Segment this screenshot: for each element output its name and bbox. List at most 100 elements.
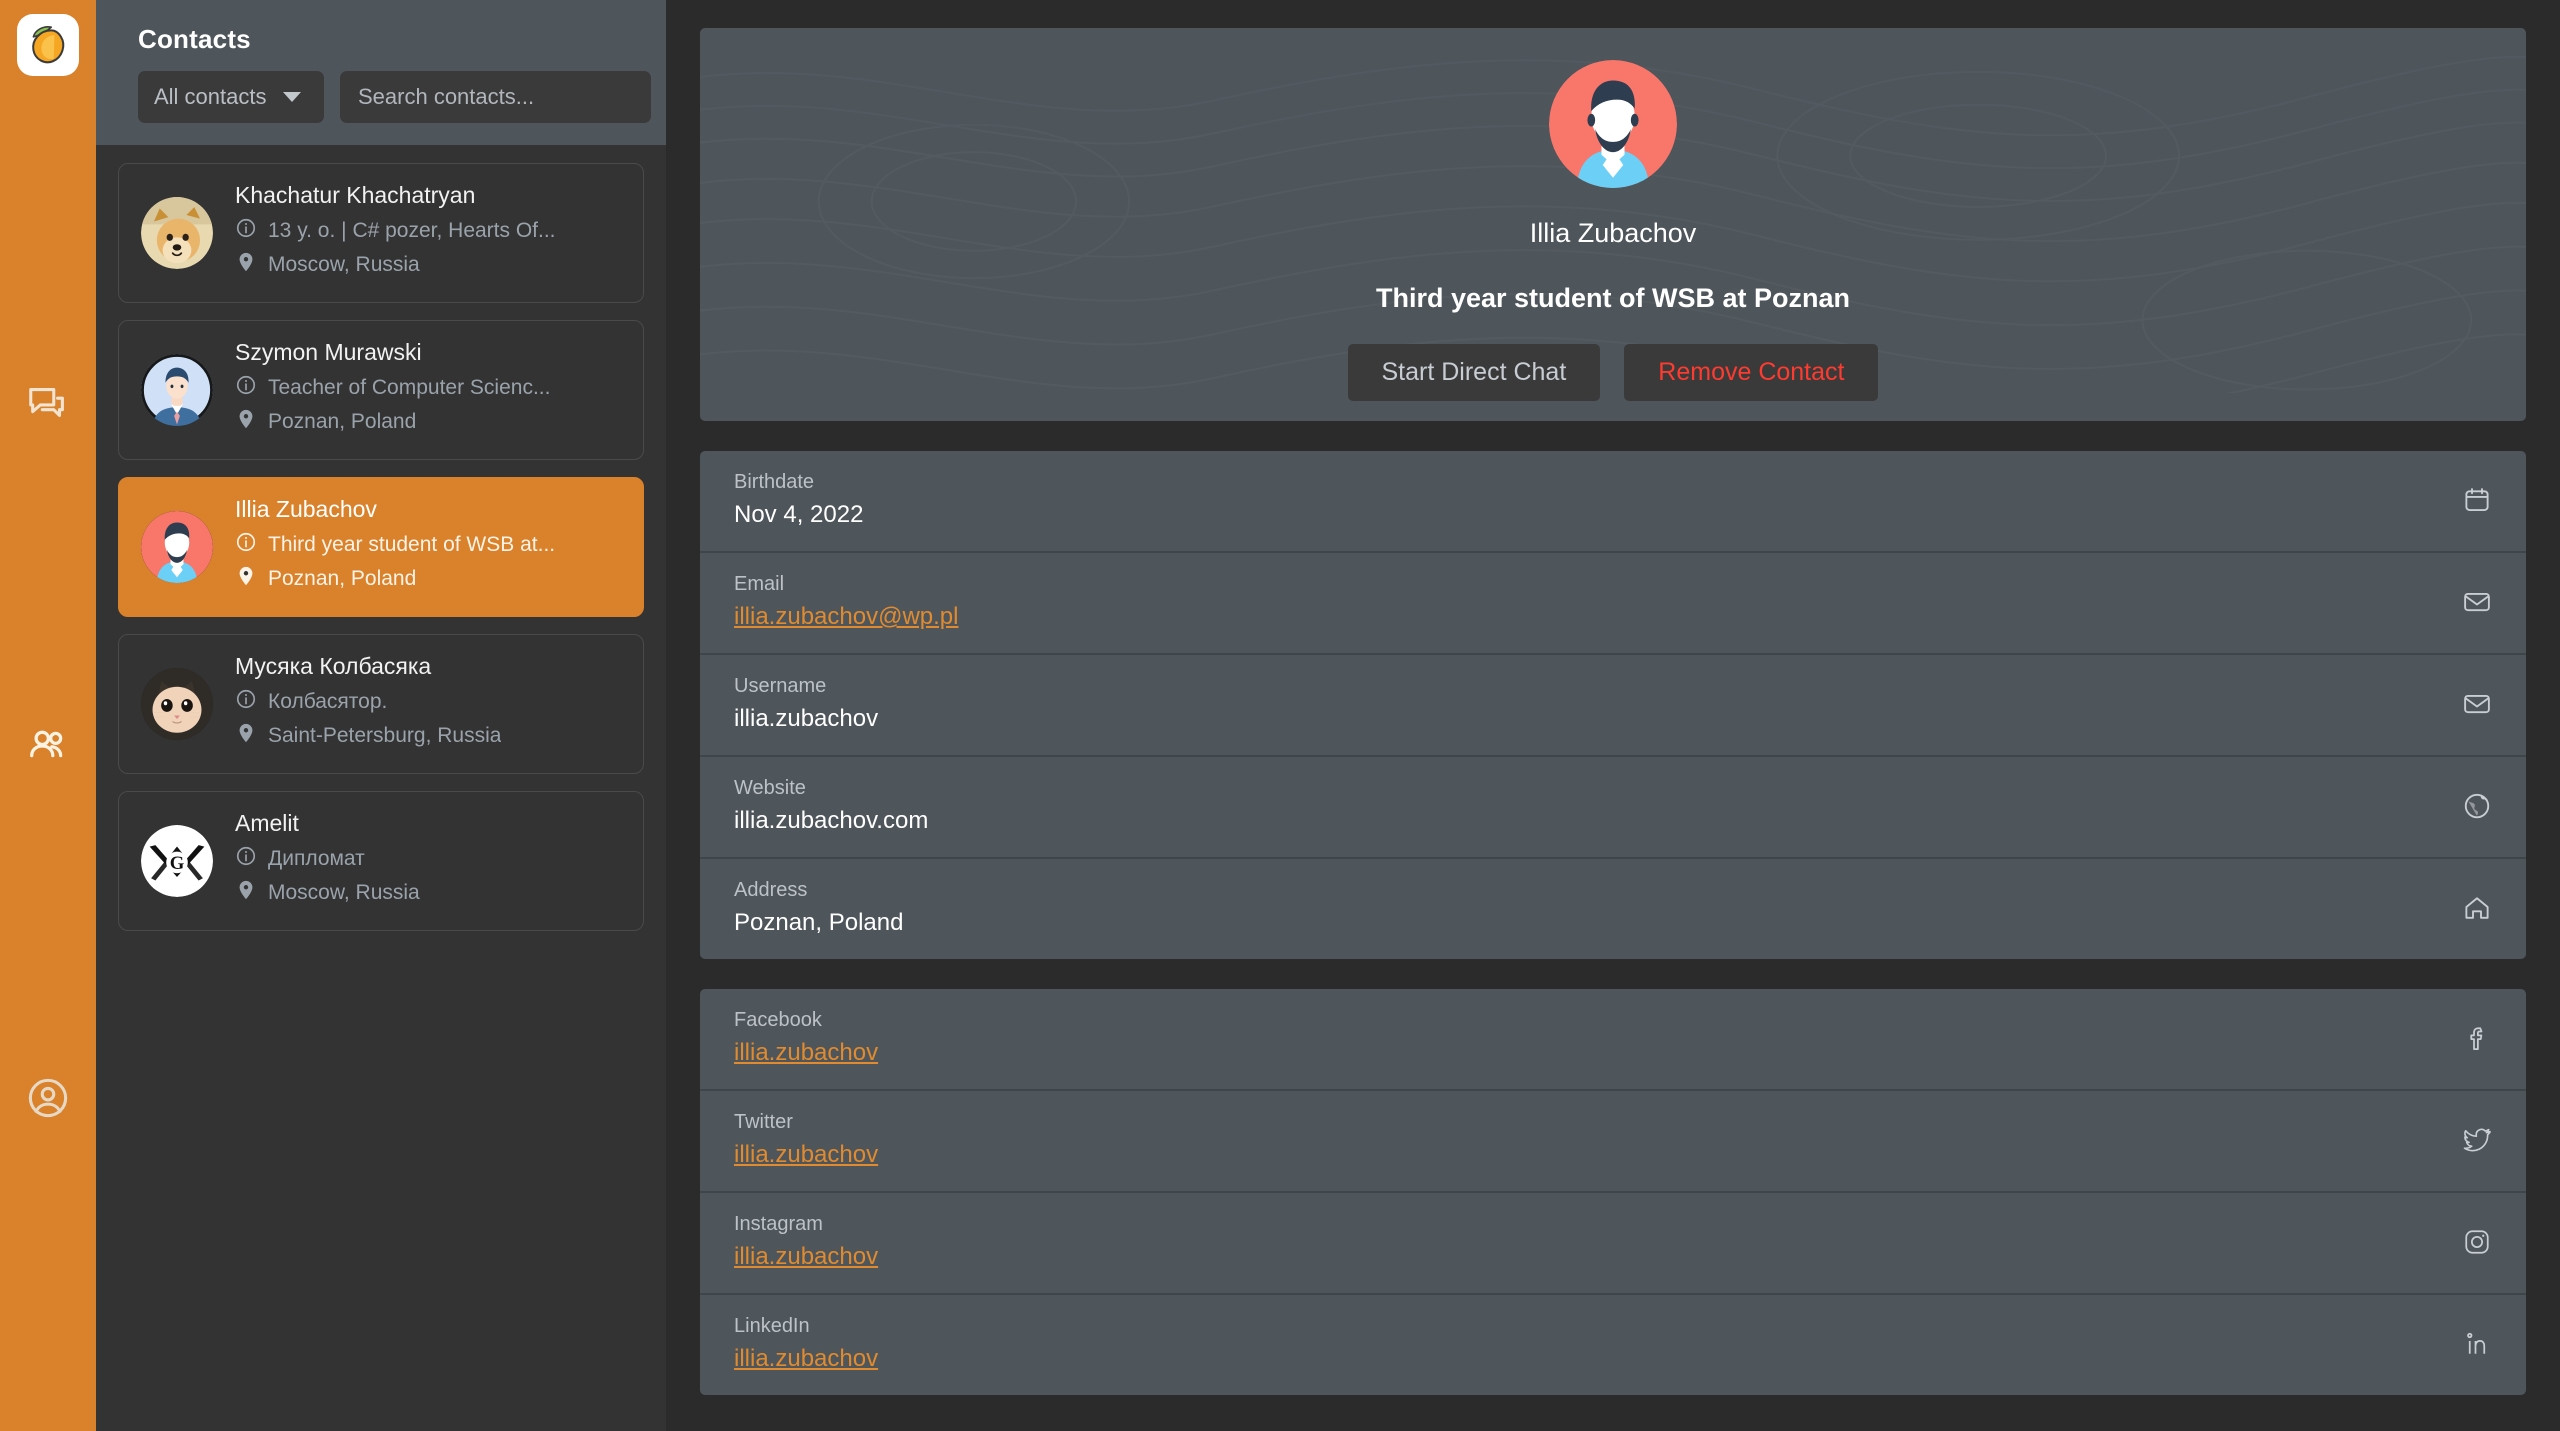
calendar-icon xyxy=(2462,485,2492,515)
contact-location: Moscow, Russia xyxy=(268,253,420,277)
detail-row: Twitter illia.zubachov xyxy=(700,1091,2526,1193)
profile-actions: Start Direct Chat Remove Contact xyxy=(1348,344,1879,401)
search-input[interactable] xyxy=(340,71,651,123)
app-window: Contacts All contacts Khachatur Khachatr… xyxy=(0,0,2560,1431)
location-pin-icon xyxy=(235,722,257,750)
contact-location-line: Moscow, Russia xyxy=(235,251,556,279)
avatar xyxy=(141,354,213,426)
info-icon xyxy=(235,845,257,873)
twitter-icon xyxy=(2462,1125,2492,1155)
info-icon xyxy=(235,688,257,716)
facebook-icon xyxy=(2462,1023,2492,1053)
contact-bio-line: Teacher of Computer Scienc... xyxy=(235,374,550,402)
envelope-icon xyxy=(2462,689,2492,719)
detail-value: illia.zubachov.com xyxy=(734,807,928,835)
contact-location-line: Poznan, Poland xyxy=(235,565,555,593)
remove-contact-button[interactable]: Remove Contact xyxy=(1624,344,1878,401)
avatar xyxy=(141,668,213,740)
profile-hero: Illia Zubachov Third year student of WSB… xyxy=(700,28,2526,421)
avatar xyxy=(1549,60,1677,188)
detail-row: LinkedIn illia.zubachov xyxy=(700,1295,2526,1395)
contact-bio: 13 y. o. | C# pozer, Hearts Of... xyxy=(268,219,556,243)
location-pin-icon xyxy=(235,879,257,907)
nav-rail-item-profile[interactable] xyxy=(24,1076,72,1124)
contact-list-item[interactable]: Illia Zubachov Third year student of WSB … xyxy=(118,477,644,617)
contact-list-item[interactable]: Khachatur Khachatryan 13 y. o. | C# pozer… xyxy=(118,163,644,303)
people-icon xyxy=(25,723,71,774)
contact-location-line: Poznan, Poland xyxy=(235,408,550,436)
profile-bio: Third year student of WSB at Poznan xyxy=(1376,283,1850,314)
chevron-down-icon xyxy=(283,92,301,102)
detail-label: Address xyxy=(734,879,903,902)
contact-location: Saint-Petersburg, Russia xyxy=(268,724,501,748)
nav-rail-item-chats[interactable] xyxy=(24,381,72,429)
contact-bio-line: Колбасятор. xyxy=(235,688,501,716)
detail-value: Nov 4, 2022 xyxy=(734,501,863,529)
contact-location: Poznan, Poland xyxy=(268,410,416,434)
detail-label: Username xyxy=(734,675,878,698)
instagram-icon xyxy=(2462,1227,2492,1257)
detail-value[interactable]: illia.zubachov xyxy=(734,1141,878,1169)
detail-value[interactable]: illia.zubachov xyxy=(734,1039,878,1067)
nav-rail xyxy=(0,0,96,1431)
profile-panel: Illia Zubachov Third year student of WSB… xyxy=(666,0,2560,1431)
location-pin-icon xyxy=(235,565,257,593)
detail-value[interactable]: illia.zubachov xyxy=(734,1243,878,1271)
contacts-filter-select[interactable]: All contacts xyxy=(138,71,324,123)
chat-bubbles-icon xyxy=(25,380,71,431)
detail-label: Website xyxy=(734,777,928,800)
contact-bio: Teacher of Computer Scienc... xyxy=(268,376,550,400)
page-title: Contacts xyxy=(138,24,646,55)
detail-row: Website illia.zubachov.com xyxy=(700,757,2526,859)
detail-row: Username illia.zubachov xyxy=(700,655,2526,757)
sidebar-controls: All contacts xyxy=(116,71,646,123)
nav-rail-item-contacts[interactable] xyxy=(24,724,72,772)
contact-name: Khachatur Khachatryan xyxy=(235,182,556,209)
detail-label: Facebook xyxy=(734,1009,878,1032)
detail-value: illia.zubachov xyxy=(734,705,878,733)
detail-label: LinkedIn xyxy=(734,1315,878,1338)
contact-location: Moscow, Russia xyxy=(268,881,420,905)
contact-bio-line: 13 y. o. | C# pozer, Hearts Of... xyxy=(235,217,556,245)
detail-row: Address Poznan, Poland xyxy=(700,859,2526,959)
detail-value: Poznan, Poland xyxy=(734,909,903,937)
contact-location: Poznan, Poland xyxy=(268,567,416,591)
contact-bio-line: Дипломат xyxy=(235,845,420,873)
contact-name: Amelit xyxy=(235,810,420,837)
contact-list-item[interactable]: G Amelit Дипломат Moscow, Russia xyxy=(118,791,644,931)
contacts-filter-label: All contacts xyxy=(154,84,267,110)
contact-location-line: Saint-Petersburg, Russia xyxy=(235,722,501,750)
location-pin-icon xyxy=(235,408,257,436)
home-icon xyxy=(2462,893,2492,923)
detail-label: Instagram xyxy=(734,1213,878,1236)
info-icon xyxy=(235,217,257,245)
location-pin-icon xyxy=(235,251,257,279)
contact-name: Szymon Murawski xyxy=(235,339,550,366)
detail-value[interactable]: illia.zubachov xyxy=(734,1345,878,1373)
contact-bio-line: Third year student of WSB at... xyxy=(235,531,555,559)
detail-label: Email xyxy=(734,573,958,596)
detail-row: BirthdateNov 4, 2022 xyxy=(700,451,2526,553)
svg-text:G: G xyxy=(170,853,185,874)
detail-row: Instagram illia.zubachov xyxy=(700,1193,2526,1295)
info-icon xyxy=(235,374,257,402)
detail-value[interactable]: illia.zubachov@wp.pl xyxy=(734,603,958,631)
contact-list-item[interactable]: Мусяка КолбасякаКолбасятор.Saint-Petersb… xyxy=(118,634,644,774)
contact-bio: Колбасятор. xyxy=(268,690,387,714)
social-links-group: Facebook illia.zubachov Twitter illia.zubac… xyxy=(700,989,2526,1395)
contact-name: Illia Zubachov xyxy=(235,496,555,523)
detail-label: Twitter xyxy=(734,1111,878,1134)
contact-info-group: BirthdateNov 4, 2022 Email illia.zubachov@… xyxy=(700,451,2526,959)
contact-list-item[interactable]: Szymon Murawski Teacher of Computer Scien… xyxy=(118,320,644,460)
envelope-icon xyxy=(2462,587,2492,617)
avatar xyxy=(141,197,213,269)
profile-name: Illia Zubachov xyxy=(1530,218,1697,249)
contacts-sidebar: Contacts All contacts Khachatur Khachatr… xyxy=(96,0,666,1431)
globe-icon xyxy=(2462,791,2492,821)
sidebar-header: Contacts All contacts xyxy=(96,0,666,145)
contact-bio: Third year student of WSB at... xyxy=(268,533,555,557)
start-direct-chat-button[interactable]: Start Direct Chat xyxy=(1348,344,1601,401)
contact-bio: Дипломат xyxy=(268,847,365,871)
user-circle-icon xyxy=(25,1075,71,1126)
mango-logo[interactable] xyxy=(17,14,79,76)
